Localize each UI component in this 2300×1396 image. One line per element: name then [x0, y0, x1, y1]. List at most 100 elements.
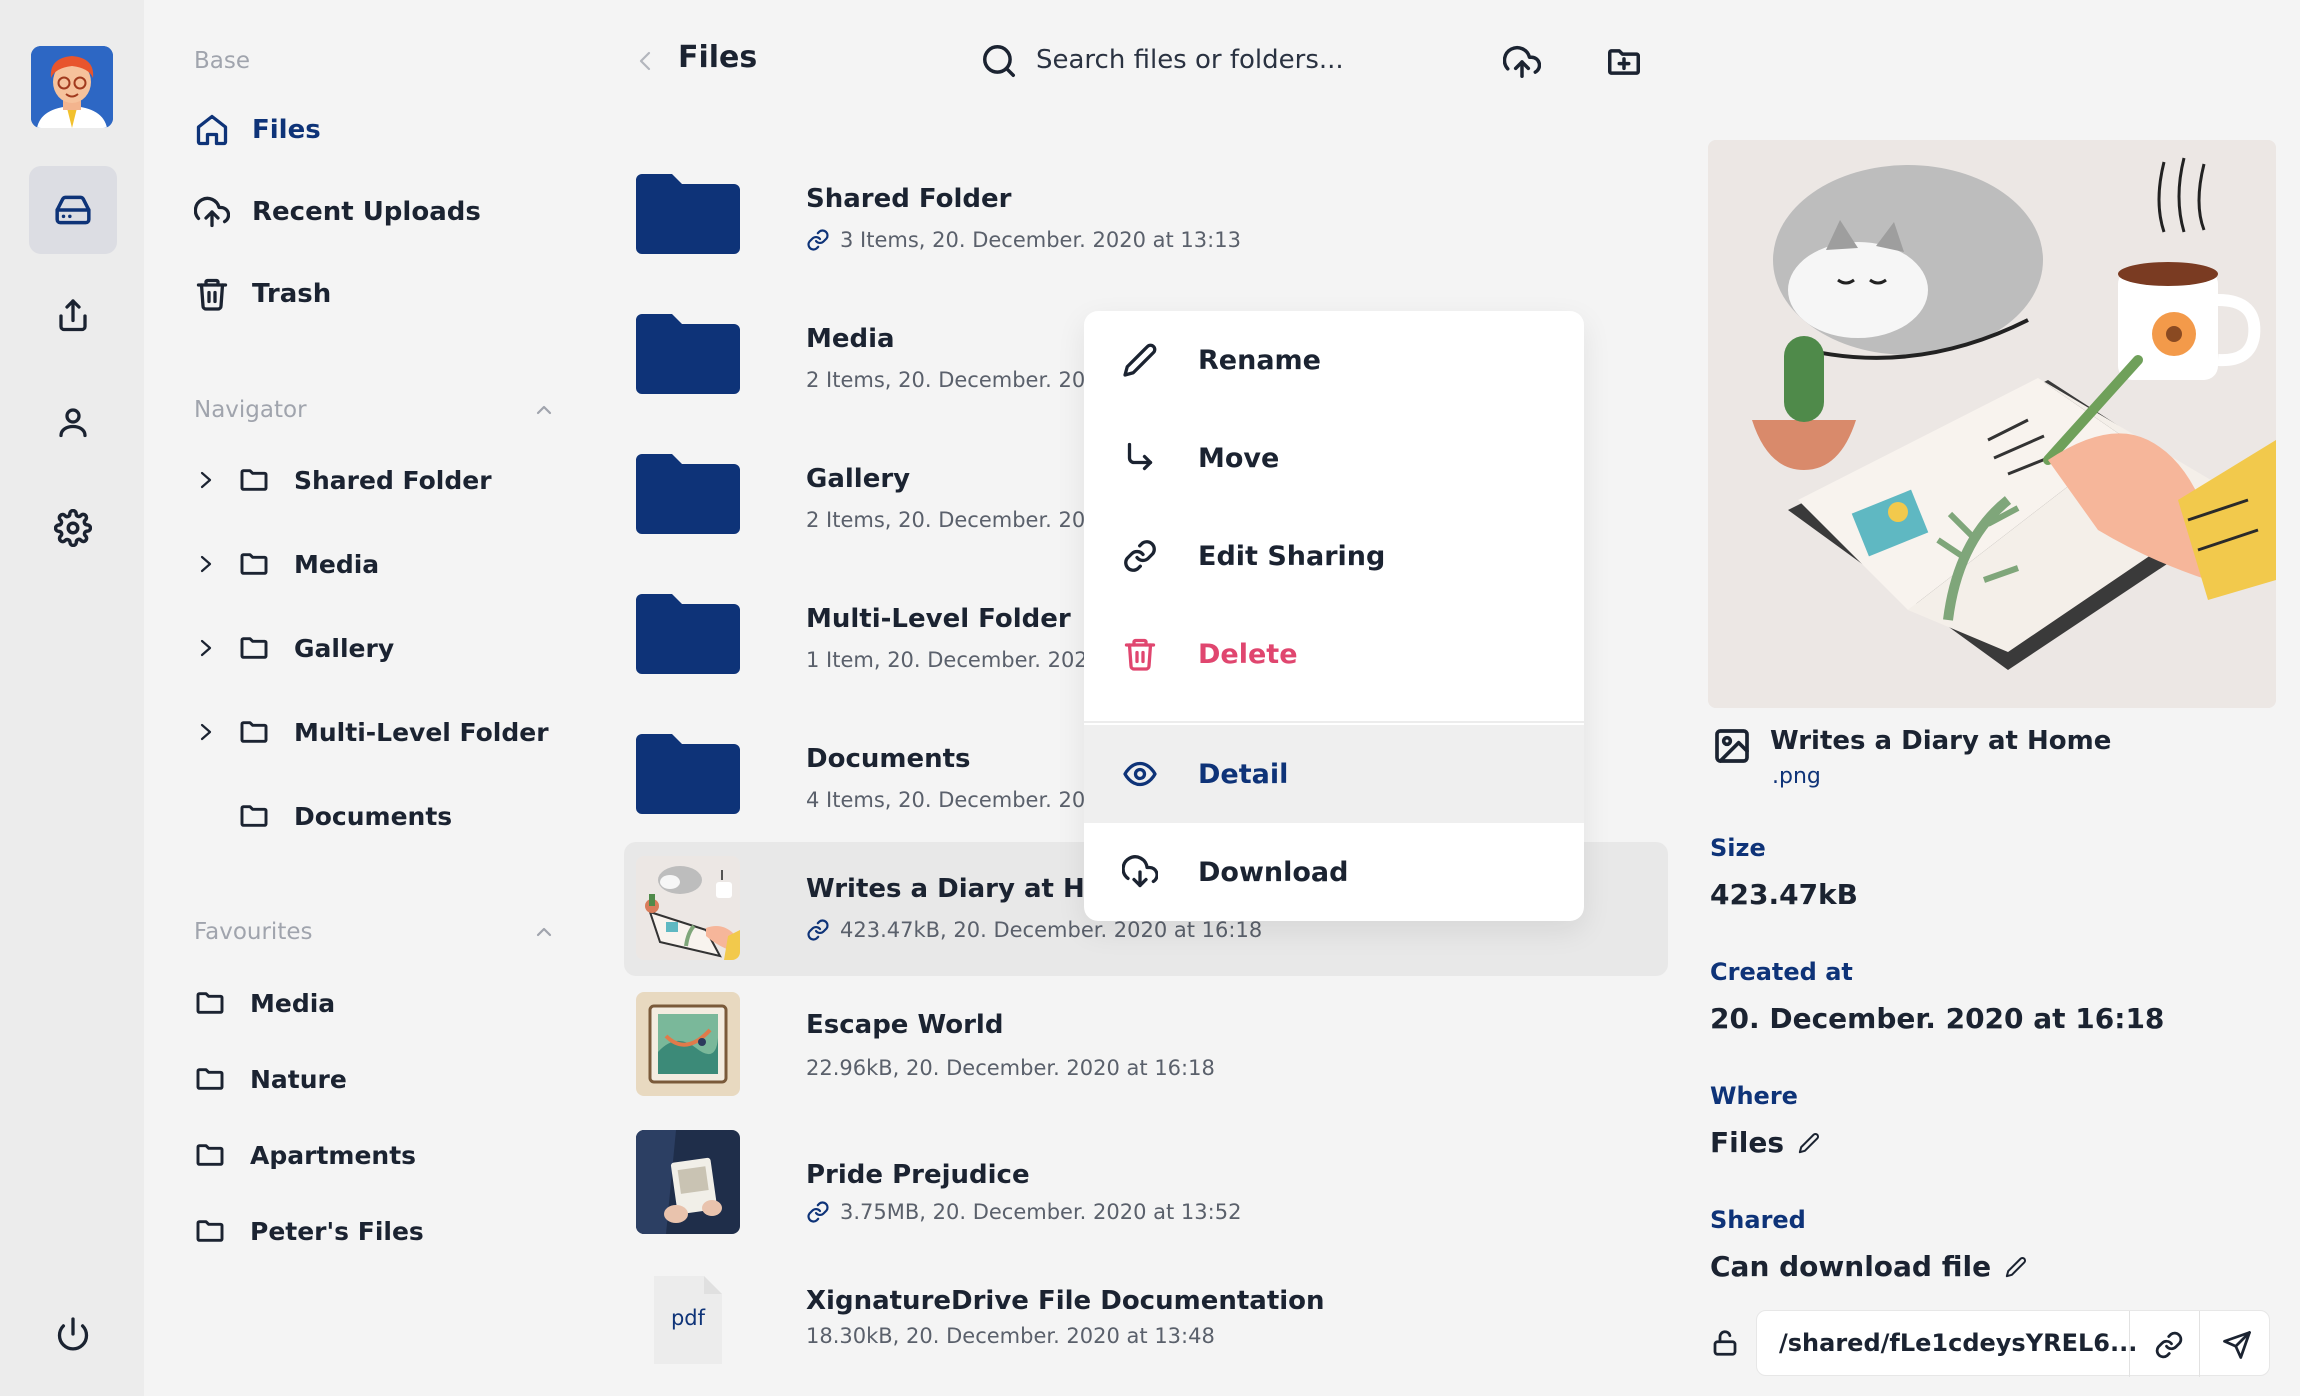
share-url-text: /shared/fLe1cdeysYREL6... — [1779, 1329, 2138, 1357]
folder-icon — [240, 805, 268, 827]
cloud-upload-icon — [1503, 45, 1541, 78]
menu-item-label: Download — [1198, 856, 1349, 888]
copy-link-button[interactable] — [2149, 1325, 2189, 1365]
link-icon — [807, 919, 829, 941]
rail-upload-button[interactable] — [29, 272, 117, 360]
shared-value-text: Can download file — [1710, 1250, 1992, 1283]
favourite-item-label: Media — [250, 988, 336, 1018]
where-label: Where — [1710, 1082, 1798, 1110]
rail-settings-button[interactable] — [29, 484, 117, 572]
lock-open-icon[interactable] — [1710, 1328, 1740, 1358]
file-meta: 18.30kB, 20. December. 2020 at 13:48 — [806, 1324, 1215, 1348]
favourite-item-apartments[interactable]: Apartments — [194, 1132, 416, 1178]
gear-icon — [54, 509, 92, 547]
favourite-item-media[interactable]: Media — [194, 980, 335, 1026]
share-url-field[interactable]: /shared/fLe1cdeysYREL6... — [1756, 1310, 2270, 1377]
navigator-item-gallery[interactable]: Gallery — [196, 625, 394, 671]
created-label: Created at — [1710, 958, 1853, 986]
menu-item-label: Delete — [1198, 638, 1298, 670]
menu-item-move[interactable]: Move — [1084, 409, 1584, 507]
link-icon — [2155, 1331, 2183, 1359]
section-title-base: Base — [194, 48, 251, 74]
file-meta-text: 3.75MB, 20. December. 2020 at 13:52 — [840, 1200, 1242, 1224]
sidebar-item-files[interactable]: Files — [194, 105, 321, 155]
icon-rail — [0, 0, 144, 1396]
file-row-escape-world[interactable]: Escape World 22.96kB, 20. December. 2020… — [624, 980, 1668, 1114]
navigator-item-label: Multi-Level Folder — [294, 717, 549, 747]
folder-plus-icon — [1608, 49, 1640, 75]
menu-item-detail[interactable]: Detail — [1084, 725, 1584, 823]
file-row-shared-folder[interactable]: Shared Folder 3 Items, 20. December. 202… — [624, 140, 1668, 274]
file-name: Shared Folder — [806, 184, 1012, 214]
home-icon — [196, 114, 228, 146]
file-row-pride-prejudice[interactable]: Pride Prejudice 3.75MB, 20. December. 20… — [624, 1118, 1668, 1252]
favourite-item-peters-files[interactable]: Peter's Files — [194, 1208, 424, 1254]
folder-icon — [196, 1220, 224, 1242]
chevron-up-icon[interactable] — [534, 402, 554, 418]
search-input[interactable] — [1036, 40, 1356, 80]
user-avatar[interactable] — [31, 46, 113, 128]
section-title-navigator: Navigator — [194, 397, 307, 423]
navigator-item-label: Documents — [294, 801, 453, 831]
folder-icon — [240, 469, 268, 491]
menu-item-rename[interactable]: Rename — [1084, 311, 1584, 409]
size-value-text: 423.47kB — [1710, 878, 1859, 911]
pencil-icon — [1123, 343, 1157, 377]
rail-profile-button[interactable] — [29, 378, 117, 466]
menu-item-download[interactable]: Download — [1084, 823, 1584, 921]
navigator-item-label: Shared Folder — [294, 465, 492, 495]
file-thumbnail — [636, 1130, 740, 1234]
file-type-badge: pdf — [670, 1306, 706, 1330]
pencil-icon[interactable] — [1798, 1132, 1820, 1154]
section-title-favourites: Favourites — [194, 919, 313, 945]
share-upload-icon — [59, 299, 87, 332]
send-link-button[interactable] — [2217, 1325, 2257, 1365]
folder-icon — [240, 553, 268, 575]
folder-icon — [636, 594, 740, 674]
menu-divider — [1084, 721, 1584, 723]
sidebar-item-label: Recent Uploads — [252, 197, 481, 227]
where-value-text: Files — [1710, 1126, 1784, 1159]
menu-item-edit-sharing[interactable]: Edit Sharing — [1084, 507, 1584, 605]
chevron-right-icon[interactable] — [196, 634, 216, 662]
favourite-item-label: Nature — [250, 1064, 347, 1094]
sidebar-item-recent-uploads[interactable]: Recent Uploads — [194, 187, 481, 237]
navigator-item-multi-level-folder[interactable]: Multi-Level Folder — [196, 709, 549, 755]
navigator-item-shared-folder[interactable]: Shared Folder — [196, 457, 492, 503]
trash-icon — [196, 278, 228, 311]
rail-logout-button[interactable] — [29, 1290, 117, 1378]
folder-icon — [196, 992, 224, 1014]
power-icon — [57, 1317, 89, 1351]
shared-value: Can download file — [1710, 1250, 2027, 1283]
folder-icon — [196, 1144, 224, 1166]
sidebar-item-label: Files — [252, 115, 321, 145]
rail-drive-button[interactable] — [29, 166, 117, 254]
chevron-left-icon[interactable] — [634, 46, 656, 76]
trash-icon — [1124, 638, 1156, 671]
file-thumbnail — [636, 856, 740, 960]
menu-item-label: Move — [1198, 442, 1280, 474]
chevron-up-icon[interactable] — [534, 924, 554, 940]
sidebar-item-trash[interactable]: Trash — [194, 269, 331, 319]
pencil-icon[interactable] — [2005, 1256, 2027, 1278]
favourite-item-label: Apartments — [250, 1140, 417, 1170]
navigator-item-documents[interactable]: Documents — [196, 793, 452, 839]
chevron-right-icon[interactable] — [196, 718, 216, 746]
file-row-xignaturedrive-documentation[interactable]: pdf XignatureDrive File Documentation 18… — [624, 1256, 1668, 1390]
navigator-item-media[interactable]: Media — [196, 541, 379, 587]
sidebar: Base Files Recent Uploads Trash Navigato… — [144, 0, 594, 1396]
file-name: Multi-Level Folder — [806, 604, 1071, 634]
menu-item-label: Edit Sharing — [1198, 540, 1386, 572]
favourite-item-nature[interactable]: Nature — [194, 1056, 347, 1102]
chevron-right-icon[interactable] — [196, 550, 216, 578]
menu-item-delete[interactable]: Delete — [1084, 605, 1584, 703]
search-icon — [983, 45, 1015, 77]
upload-button[interactable] — [1500, 40, 1544, 84]
new-folder-button[interactable] — [1602, 40, 1646, 84]
file-name: Gallery — [806, 464, 911, 494]
navigator-item-label: Gallery — [294, 633, 395, 663]
file-meta-text: 22.96kB, 20. December. 2020 at 16:18 — [806, 1056, 1215, 1080]
folder-icon — [636, 314, 740, 394]
chevron-right-icon[interactable] — [196, 466, 216, 494]
file-meta-text: 3 Items, 20. December. 2020 at 13:13 — [840, 228, 1241, 252]
